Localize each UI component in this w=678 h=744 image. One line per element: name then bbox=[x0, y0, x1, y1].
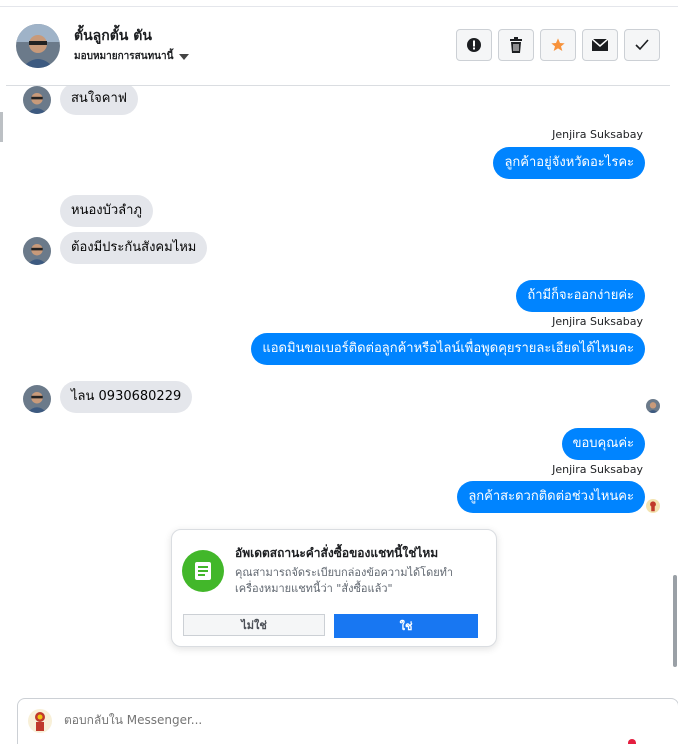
contact-message-avatar bbox=[23, 385, 51, 413]
prompt-yes-button[interactable]: ใช่ bbox=[334, 614, 478, 638]
incoming-message: ไลน 0930680229 bbox=[60, 381, 193, 413]
check-icon bbox=[635, 39, 649, 51]
page-avatar bbox=[28, 709, 52, 733]
header-actions bbox=[456, 29, 660, 61]
seen-avatar bbox=[646, 399, 660, 413]
mark-done-button[interactable] bbox=[624, 29, 660, 61]
envelope-icon bbox=[592, 39, 608, 51]
prompt-no-button[interactable]: ไม่ใช่ bbox=[183, 614, 325, 636]
star-icon bbox=[551, 38, 565, 51]
conversation-header: ตั้นลูกตั้น ตัน มอบหมายการสนทนานี้ bbox=[6, 7, 670, 86]
prompt-description: คุณสามารถจัดระเบียบกล่องข้อความได้โดยทำเ… bbox=[235, 566, 454, 595]
contact-message-avatar bbox=[23, 237, 51, 265]
order-status-prompt: อัพเดตสถานะคำสั่งซื้อของแชทนี้ใช่ไหม คุณ… bbox=[171, 529, 497, 647]
sender-name: Jenjira Suksabay bbox=[552, 463, 643, 476]
incoming-message: สนใจคาฟ bbox=[60, 86, 138, 115]
contact-name[interactable]: ตั้นลูกตั้น ตัน bbox=[74, 25, 152, 47]
sender-name: Jenjira Suksabay bbox=[552, 315, 643, 328]
order-receipt-icon bbox=[182, 550, 224, 592]
star-button[interactable] bbox=[540, 29, 576, 61]
outgoing-message: ลูกค้าอยู่จังหวัดอะไรคะ bbox=[493, 147, 645, 179]
delete-button[interactable] bbox=[498, 29, 534, 61]
sender-name: Jenjira Suksabay bbox=[552, 128, 643, 141]
assign-conversation-dropdown[interactable]: มอบหมายการสนทนานี้ bbox=[74, 49, 190, 64]
reply-input[interactable] bbox=[62, 712, 466, 728]
contact-message-avatar bbox=[23, 86, 51, 114]
caret-down-icon bbox=[179, 53, 190, 60]
outgoing-message: ถ้ามีก็จะออกง่ายค่ะ bbox=[516, 280, 645, 312]
reply-composer bbox=[17, 698, 678, 744]
mark-spam-button[interactable] bbox=[456, 29, 492, 61]
contact-avatar[interactable] bbox=[16, 24, 60, 68]
incoming-message: หนองบัวลำภู bbox=[60, 195, 153, 227]
notification-dot bbox=[628, 739, 636, 744]
incoming-message: ต้องมีประกันสังคมไหม bbox=[60, 232, 208, 264]
outgoing-message: ขอบคุณค่ะ bbox=[561, 428, 645, 460]
mark-unread-button[interactable] bbox=[582, 29, 618, 61]
outgoing-message: แอดมินขอเบอร์ติดต่อลูกค้าหรือไลน์เพื่อพู… bbox=[251, 333, 645, 365]
left-panel-edge bbox=[0, 112, 3, 142]
scrollbar-thumb[interactable] bbox=[673, 575, 677, 667]
prompt-title: อัพเดตสถานะคำสั่งซื้อของแชทนี้ใช่ไหม bbox=[235, 546, 439, 560]
alert-circle-icon bbox=[467, 38, 481, 52]
page-seen-avatar bbox=[646, 499, 660, 513]
message-thread: สนใจคาฟ Jenjira Suksabay ลูกค้าอยู่จังหว… bbox=[6, 86, 670, 690]
window-top-edge bbox=[0, 0, 678, 7]
assign-label: มอบหมายการสนทนานี้ bbox=[74, 51, 174, 62]
outgoing-message: ลูกค้าสะดวกติดต่อช่วงไหนคะ bbox=[457, 481, 645, 513]
trash-icon bbox=[510, 37, 522, 53]
